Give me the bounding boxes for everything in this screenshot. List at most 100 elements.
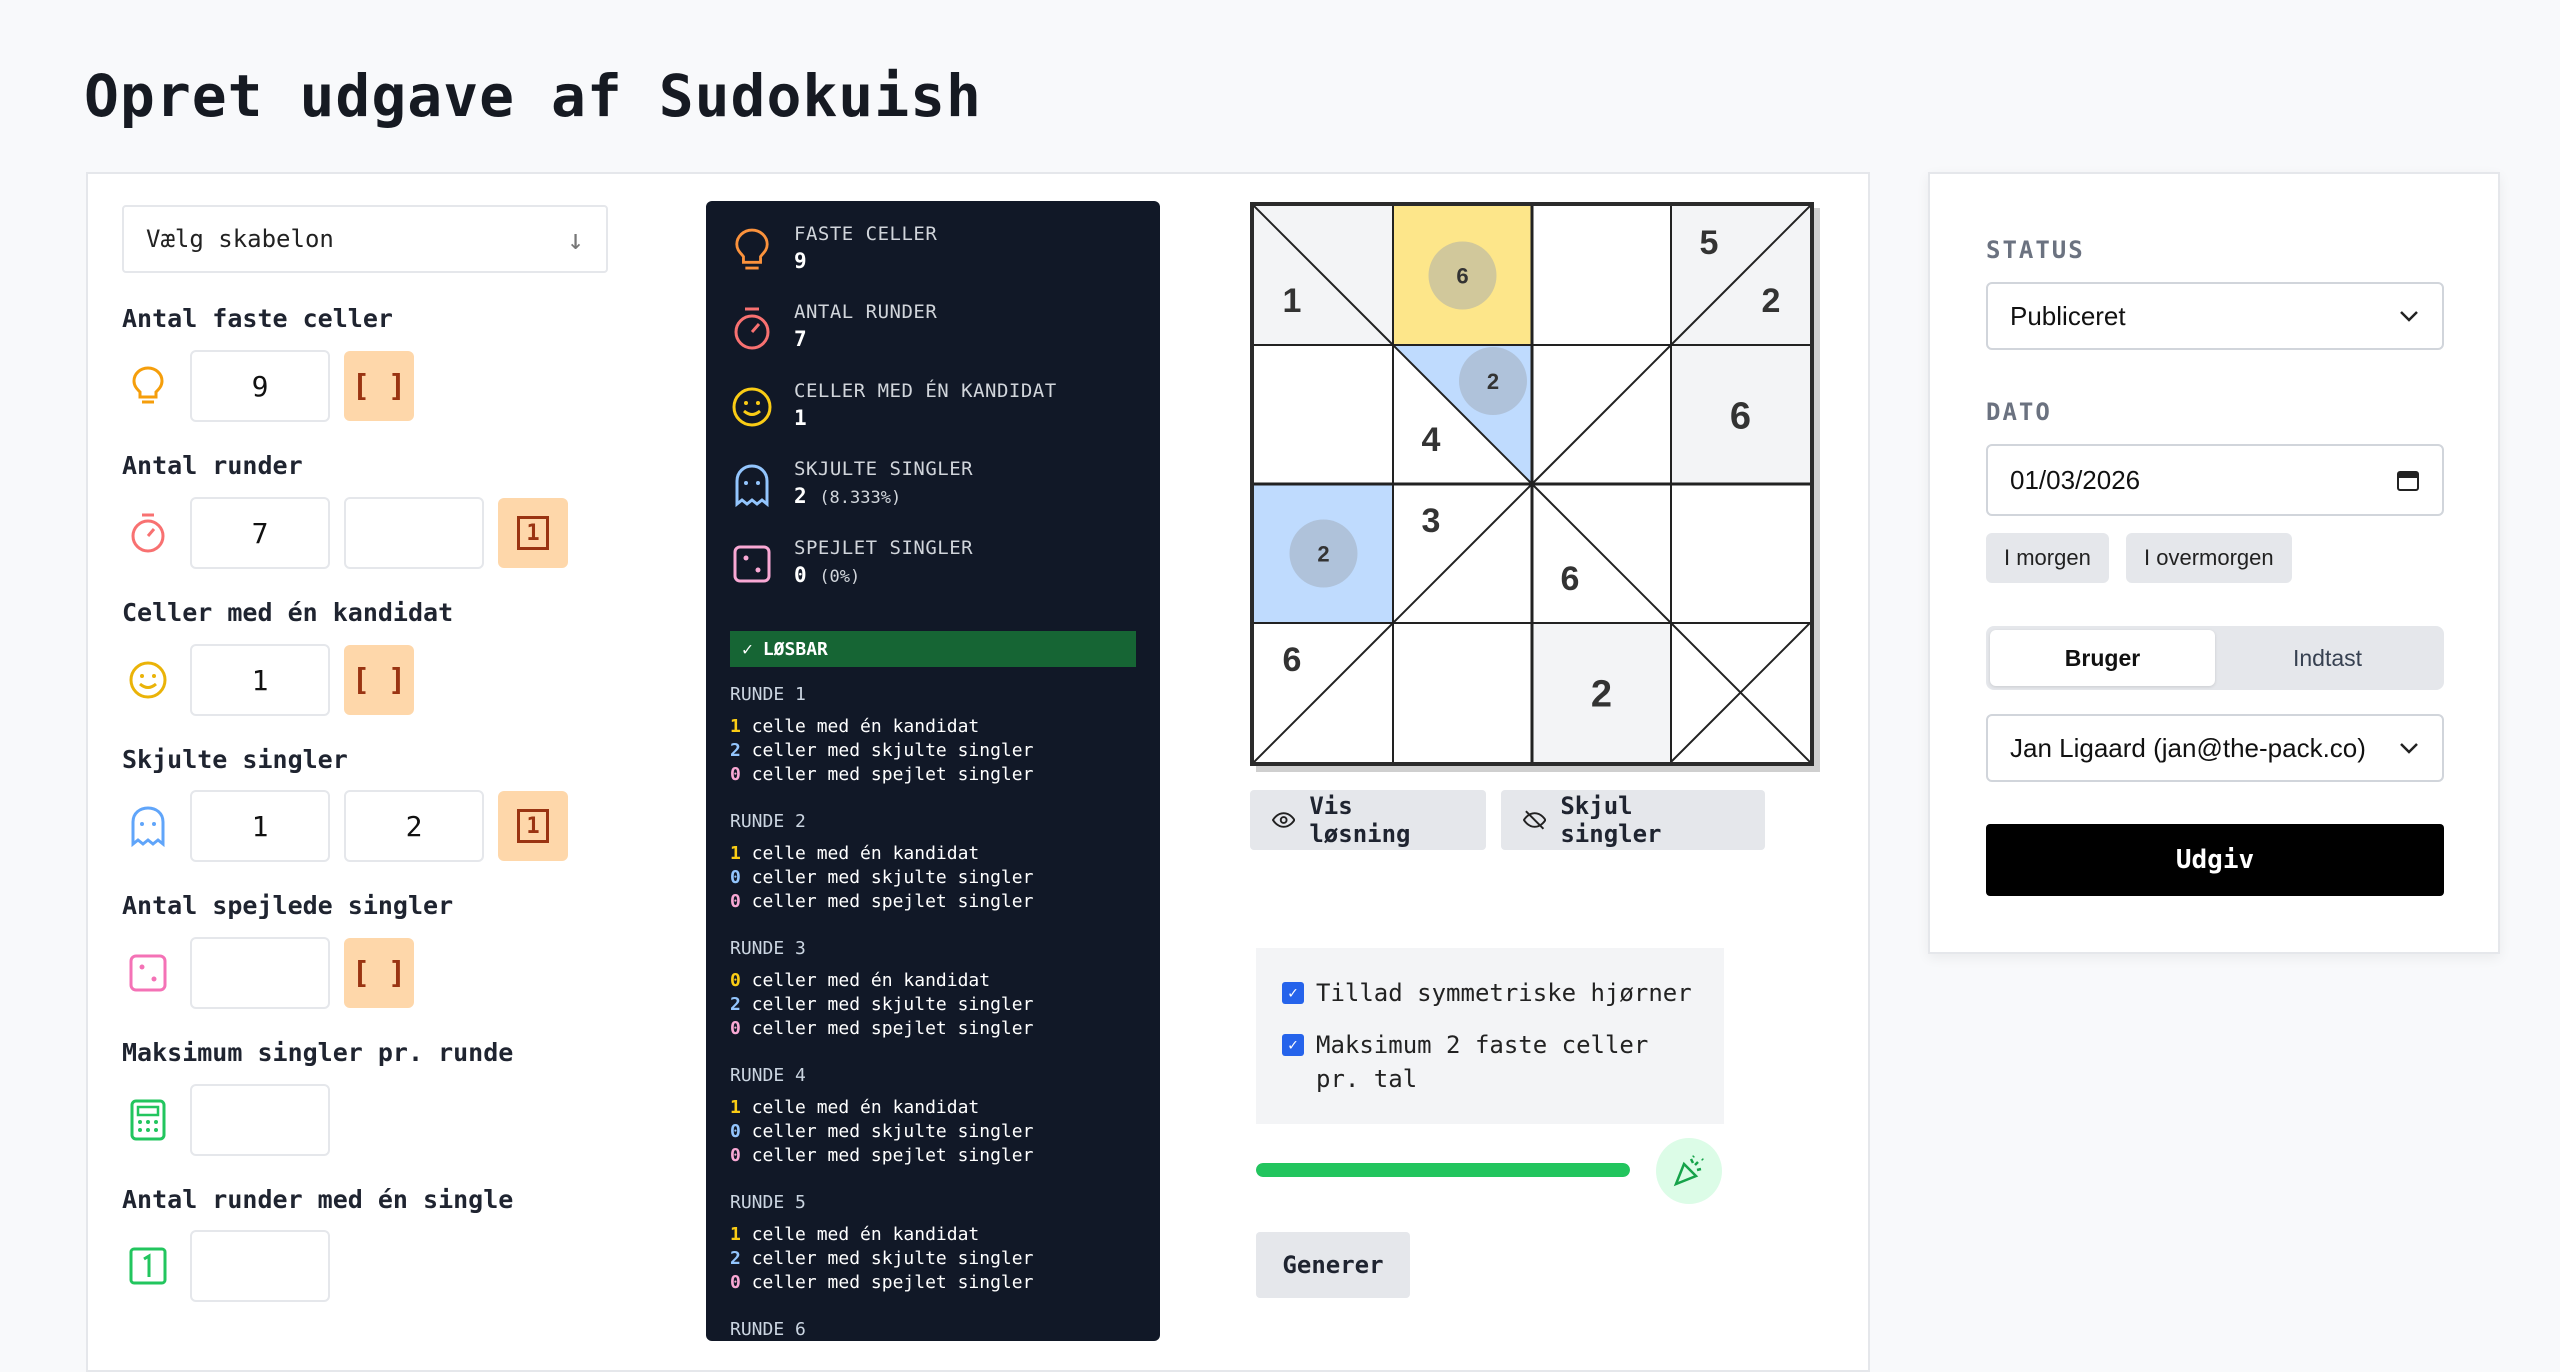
checkbox-checked-icon[interactable]: ✓ bbox=[1282, 1034, 1304, 1056]
round-text: celle med én kandidat bbox=[751, 843, 980, 864]
round-count: 0 bbox=[730, 867, 741, 888]
timer-icon bbox=[122, 507, 174, 559]
stat-label: FASTE CELLER bbox=[794, 223, 938, 245]
cell-diagonal bbox=[1531, 483, 1672, 624]
round-line: 2 celler med skjulte singler bbox=[730, 1247, 1033, 1271]
option-max-fixed-cells[interactable]: ✓ Maksimum 2 faste celler pr. tal bbox=[1282, 1028, 1698, 1096]
party-popper-icon bbox=[1656, 1138, 1722, 1204]
cell-number: 6 bbox=[1561, 560, 1580, 598]
round-line: 0 celler med spejlet singler bbox=[730, 890, 1033, 914]
round-count: 0 bbox=[730, 891, 741, 912]
round-text: celle med én kandidat bbox=[751, 1097, 980, 1118]
round-text: celler med spejlet singler bbox=[751, 764, 1034, 785]
smiley-icon bbox=[728, 380, 776, 434]
round-text: celler med spejlet singler bbox=[751, 1272, 1034, 1293]
cell-number: 2 bbox=[1762, 282, 1781, 320]
round-count: 0 bbox=[730, 970, 741, 991]
round-line: 2 celler med skjulte singler bbox=[730, 993, 1033, 1017]
single-candidate-input[interactable]: 1 bbox=[190, 644, 330, 716]
option-symmetric-corners[interactable]: ✓ Tillad symmetriske hjørner bbox=[1282, 976, 1698, 1010]
round-title: RUNDE 3 bbox=[730, 938, 806, 959]
round-count: 1 bbox=[730, 716, 741, 737]
solvable-label: LØSBAR bbox=[762, 638, 828, 660]
mirrored-singles-input[interactable] bbox=[190, 937, 330, 1009]
hide-singles-button[interactable]: Skjul singler bbox=[1501, 790, 1765, 850]
max-singles-input[interactable] bbox=[190, 1084, 330, 1156]
field-label-single-rounds: Antal runder med én single bbox=[122, 1185, 514, 1214]
single-candidate-toggle[interactable]: [ ] bbox=[344, 645, 414, 715]
chip-day-after-tomorrow[interactable]: I overmorgen bbox=[2126, 533, 2292, 583]
smiley-icon bbox=[122, 654, 174, 706]
rounds-min-input[interactable]: 7 bbox=[190, 497, 330, 569]
round-count: 1 bbox=[730, 1224, 741, 1245]
checkbox-checked-icon[interactable]: ✓ bbox=[1282, 982, 1304, 1004]
cell-number: 6 bbox=[1283, 641, 1302, 679]
status-select[interactable]: Publiceret bbox=[1986, 282, 2444, 350]
mirrored-singles-toggle[interactable]: [ ] bbox=[344, 938, 414, 1008]
round-count: 0 bbox=[730, 1272, 741, 1293]
rounds-toggle-label: 1 bbox=[517, 516, 549, 550]
cell-number: 3 bbox=[1422, 502, 1441, 540]
round-line: 0 celler med spejlet singler bbox=[730, 1144, 1033, 1168]
dice-icon bbox=[728, 537, 776, 591]
cell-number: 4 bbox=[1422, 421, 1441, 459]
round-count: 1 bbox=[730, 843, 741, 864]
rounds-toggle[interactable]: 1 bbox=[498, 498, 568, 568]
calendar-icon[interactable] bbox=[2396, 468, 2420, 492]
stat-value: 0 bbox=[794, 563, 807, 587]
round-text: celler med skjulte singler bbox=[751, 1121, 1034, 1142]
tab-user[interactable]: Bruger bbox=[1990, 630, 2215, 686]
date-input[interactable]: 01/03/2026 bbox=[1986, 444, 2444, 516]
cell-number: 2 bbox=[1591, 674, 1612, 716]
field-row-fixed-cells: 9 [ ] bbox=[122, 350, 414, 422]
round-text: celler med skjulte singler bbox=[751, 740, 1034, 761]
cell-diagonal bbox=[1254, 622, 1394, 762]
round-count: 1 bbox=[730, 1097, 741, 1118]
hidden-singles-min-input[interactable]: 1 bbox=[190, 790, 330, 862]
round-line: 1 celle med én kandidat bbox=[730, 1096, 1033, 1120]
stat-percent: (8.333%) bbox=[819, 488, 902, 508]
round-title: RUNDE 1 bbox=[730, 684, 806, 705]
date-value: 01/03/2026 bbox=[2010, 464, 2141, 495]
page-title: Opret udgave af Sudokuish bbox=[84, 62, 982, 130]
candidate-number: 6 bbox=[1456, 264, 1468, 289]
tab-input[interactable]: Indtast bbox=[2215, 630, 2440, 686]
round-title: RUNDE 5 bbox=[730, 1192, 806, 1213]
field-row-rounds: 7 1 bbox=[122, 497, 568, 569]
round-count: 0 bbox=[730, 1018, 741, 1039]
cell-number: 5 bbox=[1700, 224, 1719, 262]
round-line: 0 celler med spejlet singler bbox=[730, 763, 1033, 787]
user-select[interactable]: Jan Ligaard (jan@the-pack.co) bbox=[1986, 714, 2444, 782]
template-select-label: Vælg skabelon bbox=[146, 225, 334, 253]
round-count: 2 bbox=[730, 1248, 741, 1269]
fixed-cells-toggle[interactable]: [ ] bbox=[344, 351, 414, 421]
round-count: 0 bbox=[730, 1145, 741, 1166]
stat-percent: (0%) bbox=[819, 567, 861, 587]
stat-single-candidate: CELLER MED ÉN KANDIDAT 1 bbox=[728, 380, 1057, 434]
solvable-badge: ✓ LØSBAR bbox=[730, 631, 1136, 667]
show-solution-button[interactable]: Vis løsning bbox=[1250, 790, 1486, 850]
calculator-icon bbox=[122, 1094, 174, 1146]
sudoku-grid[interactable]: 1 6 5 2 2 4 6 2 3 6 6 2 bbox=[1250, 202, 1814, 766]
single-rounds-input[interactable] bbox=[190, 1230, 330, 1302]
round-text: celle med én kandidat bbox=[751, 1224, 980, 1245]
field-row-mirrored-singles: [ ] bbox=[122, 937, 414, 1009]
eye-icon bbox=[1272, 812, 1296, 828]
show-solution-label: Vis løsning bbox=[1309, 792, 1411, 848]
field-label-rounds: Antal runder bbox=[122, 451, 303, 480]
round-title: RUNDE 6 bbox=[730, 1319, 806, 1340]
rounds-max-input[interactable] bbox=[344, 497, 484, 569]
hidden-singles-toggle[interactable]: 1 bbox=[498, 791, 568, 861]
round-block: RUNDE 30 celler med én kandidat 2 celler … bbox=[730, 937, 1033, 1041]
fixed-cells-input[interactable]: 9 bbox=[190, 350, 330, 422]
field-row-hidden-singles: 1 2 1 bbox=[122, 790, 568, 862]
sudoku-grid-canvas[interactable]: 1 6 5 2 2 4 6 2 3 6 6 2 bbox=[1254, 206, 1810, 762]
hidden-singles-max-input[interactable]: 2 bbox=[344, 790, 484, 862]
round-text: celler med spejlet singler bbox=[751, 1145, 1034, 1166]
field-row-single-rounds bbox=[122, 1230, 344, 1302]
publish-button[interactable]: Udgiv bbox=[1986, 824, 2444, 896]
generate-button[interactable]: Generer bbox=[1256, 1232, 1410, 1298]
round-line: 0 celler med skjulte singler bbox=[730, 866, 1033, 890]
template-select[interactable]: Vælg skabelon ↓ bbox=[122, 205, 608, 273]
chip-tomorrow[interactable]: I morgen bbox=[1986, 533, 2109, 583]
